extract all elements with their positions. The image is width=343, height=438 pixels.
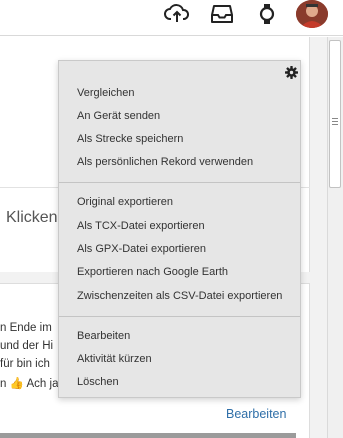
menu-item-edit[interactable]: Bearbeiten <box>77 330 130 342</box>
user-avatar[interactable] <box>296 0 328 28</box>
description-fragment: n <box>0 378 7 390</box>
menu-item-export-gpx[interactable]: Als GPX-Datei exportieren <box>77 243 206 255</box>
inbox-icon[interactable] <box>209 2 235 26</box>
menu-item-export-google-earth[interactable]: Exportieren nach Google Earth <box>77 266 228 278</box>
klicken-text: Klicken <box>6 209 58 226</box>
description-line: n 👍 Ach ja <box>0 376 58 390</box>
scroll-grip-line <box>332 124 338 125</box>
description-fragment: Ach ja <box>26 378 59 390</box>
thumbs-up-icon: 👍 <box>9 378 24 390</box>
menu-separator <box>59 182 300 183</box>
menu-item-compare[interactable]: Vergleichen <box>77 87 135 99</box>
edit-link[interactable]: Bearbeiten <box>226 407 286 421</box>
scroll-grip-line <box>332 118 338 119</box>
description-line: für bin ich <box>0 358 50 370</box>
menu-separator <box>59 316 300 317</box>
menu-item-send-to-device[interactable]: An Gerät senden <box>77 110 160 122</box>
menu-item-use-as-personal-record[interactable]: Als persönlichen Rekord verwenden <box>77 156 253 168</box>
menu-item-trim-activity[interactable]: Aktivität kürzen <box>77 353 152 365</box>
scroll-grip-line <box>332 121 338 122</box>
watch-icon[interactable] <box>254 2 280 26</box>
menu-item-export-original[interactable]: Original exportieren <box>77 196 173 208</box>
scrollbar-thumb[interactable] <box>329 40 341 188</box>
bottom-strip <box>0 433 296 438</box>
upload-cloud-icon[interactable] <box>164 2 190 26</box>
menu-item-export-splits-csv[interactable]: Zwischenzeiten als CSV-Datei exportieren <box>77 290 282 302</box>
description-line: und der Hi <box>0 340 54 352</box>
gear-icon[interactable] <box>285 66 298 79</box>
top-bar <box>0 0 343 36</box>
description-line: n Ende im <box>0 322 52 334</box>
menu-item-save-as-course[interactable]: Als Strecke speichern <box>77 133 183 145</box>
menu-item-export-tcx[interactable]: Als TCX-Datei exportieren <box>77 220 205 232</box>
menu-item-delete[interactable]: Löschen <box>77 376 119 388</box>
activity-options-menu: Vergleichen An Gerät senden Als Strecke … <box>58 60 301 398</box>
